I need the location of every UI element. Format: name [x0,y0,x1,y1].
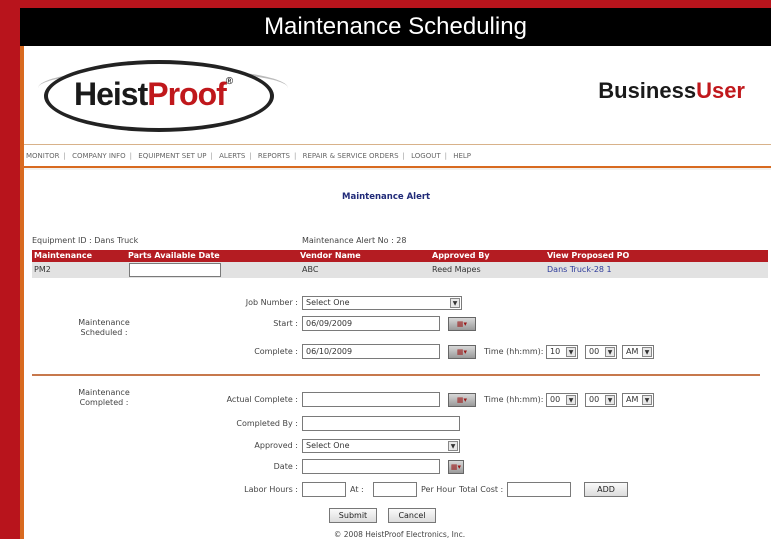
chevron-down-icon: ▼ [642,347,652,357]
approved-label: Approved : [254,441,298,450]
cancel-button[interactable]: Cancel [388,508,436,523]
proposed-po-link[interactable]: Dans Truck-28 1 [547,265,612,274]
start-label: Start : [273,319,298,328]
completed-ampm-select[interactable]: AM ▼ [622,393,654,407]
logo-reg: ® [225,76,233,87]
start-date-input[interactable]: 06/09/2009 [302,316,440,331]
job-number-value: Select One [306,298,350,307]
completed-minute-select[interactable]: 00 ▼ [585,393,617,407]
scheduled-time-label: Time (hh:mm): [484,347,544,356]
submit-button[interactable]: Submit [329,508,377,523]
chevron-down-icon: ▼ [605,347,615,357]
calendar-icon[interactable]: ▦▾ [448,345,476,359]
completed-by-input[interactable] [302,416,460,431]
approved-select[interactable]: Select One ▼ [302,439,460,453]
col-parts-available-date: Parts Available Date [128,251,220,260]
labor-hours-label: Labor Hours : [244,485,298,494]
add-button[interactable]: ADD [584,482,628,497]
complete-label: Complete : [254,347,298,356]
logo-heist: Heist [74,76,148,112]
app-header: HeistProof® BusinessUser [24,46,771,144]
actual-complete-input[interactable] [302,392,440,407]
completed-minute-value: 00 [589,395,600,404]
banner-title: Maintenance Scheduling [20,8,771,46]
completed-ampm-value: AM [626,395,639,404]
scheduled-ampm-value: AM [626,347,639,356]
calendar-icon[interactable]: ▦▾ [448,317,476,331]
chevron-down-icon: ▼ [566,347,576,357]
nav-reports[interactable]: REPORTS [258,152,290,160]
nav-logout[interactable]: LOGOUT [411,152,441,160]
date-label: Date : [273,462,298,471]
cell-maintenance: PM2 [34,265,51,274]
scheduled-hour-select[interactable]: 10 ▼ [546,345,578,359]
main-nav: MONITOR | COMPANY INFO | EQUIPMENT SET UP |… [24,144,771,168]
business-user-part1: Business [598,78,697,103]
complete-date-input[interactable]: 06/10/2009 [302,344,440,359]
heistproof-logo: HeistProof® [38,60,288,132]
nav-monitor[interactable]: MONITOR [26,152,60,160]
cell-approved-by: Reed Mapes [432,265,481,274]
labor-hours-input[interactable] [302,482,346,497]
completed-hour-value: 00 [550,395,561,404]
completed-hour-select[interactable]: 00 ▼ [546,393,578,407]
nav-repair-service-orders[interactable]: REPAIR & SERVICE ORDERS [303,152,399,160]
scheduled-minute-value: 00 [589,347,600,356]
business-user-part2: User [696,78,745,103]
nav-equipment-set-up[interactable]: EQUIPMENT SET UP [138,152,206,160]
section-divider [32,374,760,376]
maintenance-completed-label: Maintenance Completed : [78,388,130,407]
calendar-icon[interactable]: ▦▾ [448,393,476,407]
chevron-down-icon: ▼ [450,298,460,308]
job-number-select[interactable]: Select One ▼ [302,296,462,310]
cell-vendor: ABC [302,265,319,274]
col-maintenance: Maintenance [34,251,93,260]
scheduled-minute-select[interactable]: 00 ▼ [585,345,617,359]
completed-time-label: Time (hh:mm): [484,395,544,404]
col-approved-by: Approved By [432,251,490,260]
scheduled-ampm-select[interactable]: AM ▼ [622,345,654,359]
table-header: Maintenance Parts Available Date Vendor … [32,250,768,262]
app-frame: HeistProof® BusinessUser MONITOR | COMPAN… [20,46,771,539]
at-label: At : [350,485,364,494]
chevron-down-icon: ▼ [605,395,615,405]
chevron-down-icon: ▼ [448,441,458,451]
chevron-down-icon: ▼ [642,395,652,405]
rate-input[interactable] [373,482,417,497]
actual-complete-label: Actual Complete : [226,395,298,404]
approved-value: Select One [306,441,350,450]
table-row: PM2 ABC Reed Mapes Dans Truck-28 1 [32,262,768,278]
per-hour-label: Per Hour [421,485,456,494]
calendar-icon[interactable]: ▦▾ [448,460,464,474]
col-vendor-name: Vendor Name [300,251,361,260]
page-content: Maintenance Alert Equipment ID : Dans Tr… [24,170,771,539]
col-view-proposed-po: View Proposed PO [547,251,630,260]
nav-company-info[interactable]: COMPANY INFO [72,152,126,160]
job-number-label: Job Number : [245,298,298,307]
scheduled-hour-value: 10 [550,347,561,356]
page-title: Maintenance Alert [342,192,431,202]
nav-help[interactable]: HELP [453,152,471,160]
equipment-id: Equipment ID : Dans Truck [32,236,139,245]
chevron-down-icon: ▼ [566,395,576,405]
total-cost-label: Total Cost : [459,485,504,494]
business-user-label: BusinessUser [598,78,745,104]
parts-available-date-input[interactable] [129,263,221,277]
maintenance-scheduled-label: Maintenance Scheduled : [78,318,130,337]
total-cost-input[interactable] [507,482,571,497]
logo-text: HeistProof® [74,76,233,113]
completed-by-label: Completed By : [236,419,298,428]
date-input[interactable] [302,459,440,474]
logo-proof: Proof [147,76,227,112]
copyright: © 2008 HeistProof Electronics, Inc. [333,530,466,539]
alert-number: Maintenance Alert No : 28 [302,236,407,245]
nav-alerts[interactable]: ALERTS [219,152,245,160]
